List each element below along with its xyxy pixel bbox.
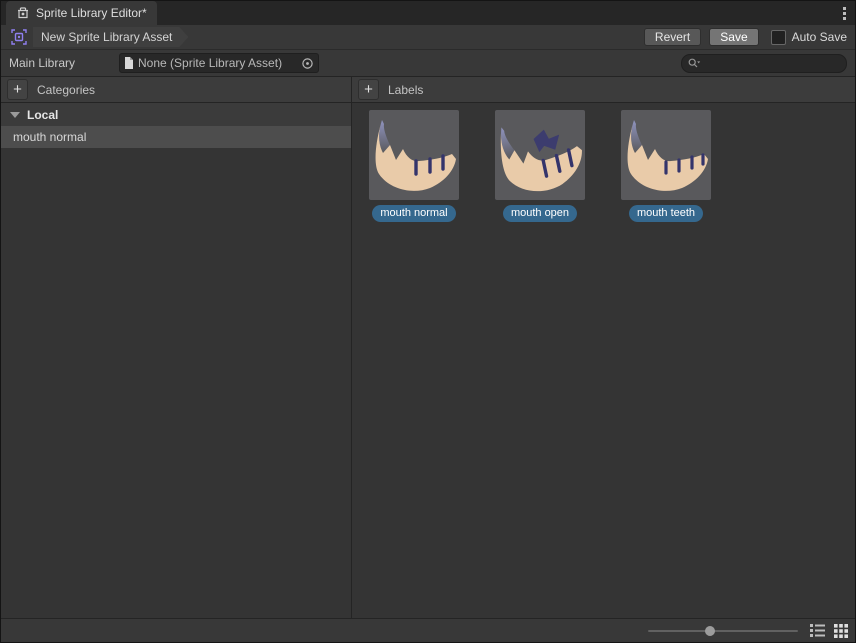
sprite-thumbnail-mouth-open[interactable] bbox=[495, 110, 585, 200]
category-group-label: Local bbox=[27, 108, 58, 122]
label-card-mouth-open[interactable]: mouth open bbox=[495, 110, 585, 222]
revert-button[interactable]: Revert bbox=[644, 28, 701, 46]
object-picker-icon[interactable] bbox=[299, 57, 316, 70]
auto-save-checkbox[interactable] bbox=[771, 30, 786, 45]
kebab-menu-icon[interactable] bbox=[833, 1, 855, 25]
add-label-button[interactable]: + bbox=[358, 79, 379, 100]
label-pill: mouth open bbox=[503, 205, 577, 222]
categories-panel: + Categories Local mouth normal bbox=[1, 77, 352, 618]
label-pill: mouth normal bbox=[372, 205, 455, 222]
toolbar: New Sprite Library Asset Revert Save Aut… bbox=[1, 25, 855, 50]
categories-header-label: Categories bbox=[37, 83, 95, 97]
tab-sprite-library-editor[interactable]: Sprite Library Editor* bbox=[6, 1, 157, 25]
category-group-local[interactable]: Local bbox=[1, 103, 351, 126]
slider-track[interactable] bbox=[648, 630, 798, 632]
breadcrumb-new-sprite-library-asset[interactable]: New Sprite Library Asset bbox=[33, 27, 188, 47]
label-card-mouth-teeth[interactable]: mouth teeth bbox=[621, 110, 711, 222]
sprite-thumbnail-mouth-normal[interactable] bbox=[369, 110, 459, 200]
main-library-row: Main Library None (Sprite Library Asset) bbox=[1, 50, 855, 76]
auto-save-label: Auto Save bbox=[792, 30, 847, 44]
object-field-value: None (Sprite Library Asset) bbox=[138, 56, 295, 70]
breadcrumb-label: New Sprite Library Asset bbox=[41, 30, 172, 44]
list-view-icon[interactable] bbox=[810, 624, 825, 637]
labels-header: + Labels bbox=[352, 77, 855, 103]
search-input[interactable] bbox=[705, 55, 840, 71]
category-item-mouth-normal[interactable]: mouth normal bbox=[1, 126, 351, 148]
tab-title: Sprite Library Editor* bbox=[36, 6, 147, 20]
sprite-library-editor-icon bbox=[16, 6, 30, 20]
labels-panel: + Labels mouth normal bbox=[352, 77, 855, 618]
slider-thumb[interactable] bbox=[705, 626, 715, 636]
search-icon bbox=[688, 58, 701, 69]
categories-header: + Categories bbox=[1, 77, 351, 103]
main-library-label: Main Library bbox=[9, 56, 119, 70]
sprite-library-editor-window: Sprite Library Editor* New Sprite Librar… bbox=[0, 0, 856, 643]
label-card-mouth-normal[interactable]: mouth normal bbox=[369, 110, 459, 222]
document-icon bbox=[124, 57, 134, 69]
label-pill: mouth teeth bbox=[629, 205, 703, 222]
foldout-triangle-icon[interactable] bbox=[10, 112, 20, 118]
label-cards: mouth normal mouth open bbox=[352, 103, 855, 222]
category-item-label: mouth normal bbox=[13, 130, 86, 144]
sprite-library-asset-icon bbox=[11, 29, 27, 45]
tab-bar: Sprite Library Editor* bbox=[1, 1, 855, 25]
footer-bar bbox=[1, 618, 855, 642]
grid-view-icon[interactable] bbox=[834, 624, 848, 638]
main-library-object-field[interactable]: None (Sprite Library Asset) bbox=[119, 53, 319, 73]
add-category-button[interactable]: + bbox=[7, 79, 28, 100]
labels-header-label: Labels bbox=[388, 83, 423, 97]
save-button[interactable]: Save bbox=[709, 28, 758, 46]
sprite-thumbnail-mouth-teeth[interactable] bbox=[621, 110, 711, 200]
search-field[interactable] bbox=[681, 54, 847, 73]
thumbnail-size-slider[interactable] bbox=[648, 623, 798, 639]
panels: + Categories Local mouth normal + Labels bbox=[1, 76, 855, 618]
